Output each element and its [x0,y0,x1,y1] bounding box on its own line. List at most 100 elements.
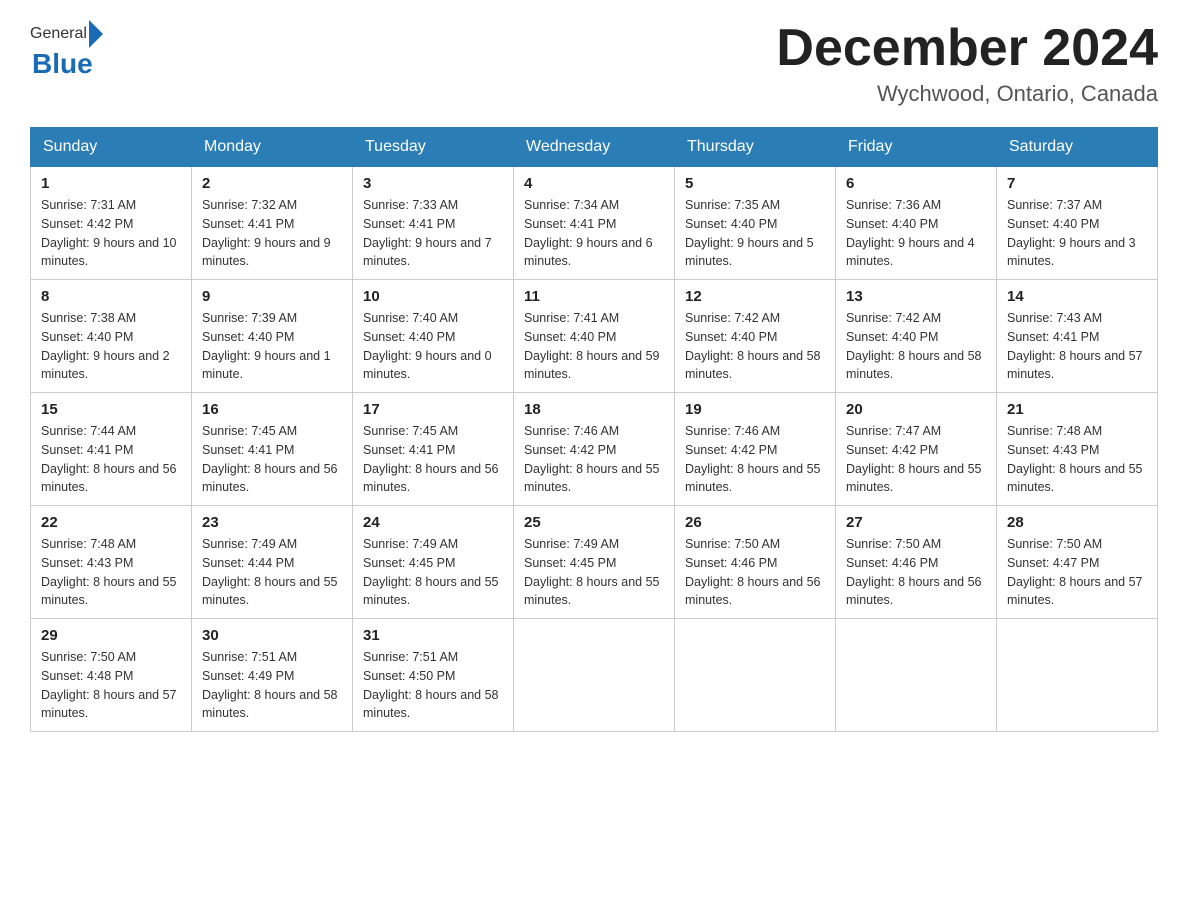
table-row [514,619,675,732]
sunrise-label: Sunrise: 7:50 AM [846,537,941,551]
table-row: 12 Sunrise: 7:42 AM Sunset: 4:40 PM Dayl… [675,280,836,393]
daylight-label: Daylight: 8 hours and 55 minutes. [524,462,660,495]
sunset-label: Sunset: 4:47 PM [1007,556,1099,570]
day-number: 6 [846,175,986,192]
day-info: Sunrise: 7:44 AM Sunset: 4:41 PM Dayligh… [41,422,181,497]
sunset-label: Sunset: 4:41 PM [363,443,455,457]
sunrise-label: Sunrise: 7:41 AM [524,311,619,325]
daylight-label: Daylight: 8 hours and 56 minutes. [363,462,499,495]
daylight-label: Daylight: 9 hours and 2 minutes. [41,349,170,382]
day-info: Sunrise: 7:48 AM Sunset: 4:43 PM Dayligh… [41,535,181,610]
day-info: Sunrise: 7:46 AM Sunset: 4:42 PM Dayligh… [524,422,664,497]
calendar-table: Sunday Monday Tuesday Wednesday Thursday… [30,127,1158,732]
day-number: 20 [846,401,986,418]
sunrise-label: Sunrise: 7:50 AM [41,650,136,664]
col-tuesday: Tuesday [353,128,514,167]
sunrise-label: Sunrise: 7:39 AM [202,311,297,325]
table-row: 28 Sunrise: 7:50 AM Sunset: 4:47 PM Dayl… [997,506,1158,619]
table-row [675,619,836,732]
table-row: 24 Sunrise: 7:49 AM Sunset: 4:45 PM Dayl… [353,506,514,619]
col-friday: Friday [836,128,997,167]
sunset-label: Sunset: 4:45 PM [363,556,455,570]
day-info: Sunrise: 7:35 AM Sunset: 4:40 PM Dayligh… [685,196,825,271]
day-info: Sunrise: 7:50 AM Sunset: 4:46 PM Dayligh… [846,535,986,610]
table-row: 16 Sunrise: 7:45 AM Sunset: 4:41 PM Dayl… [192,393,353,506]
sunrise-label: Sunrise: 7:40 AM [363,311,458,325]
location-title: Wychwood, Ontario, Canada [776,81,1158,107]
day-number: 30 [202,627,342,644]
sunrise-label: Sunrise: 7:34 AM [524,198,619,212]
day-info: Sunrise: 7:48 AM Sunset: 4:43 PM Dayligh… [1007,422,1147,497]
day-number: 15 [41,401,181,418]
day-info: Sunrise: 7:49 AM Sunset: 4:45 PM Dayligh… [363,535,503,610]
day-number: 12 [685,288,825,305]
day-info: Sunrise: 7:47 AM Sunset: 4:42 PM Dayligh… [846,422,986,497]
day-number: 23 [202,514,342,531]
sunset-label: Sunset: 4:40 PM [41,330,133,344]
daylight-label: Daylight: 8 hours and 58 minutes. [846,349,982,382]
day-number: 2 [202,175,342,192]
sunset-label: Sunset: 4:40 PM [202,330,294,344]
daylight-label: Daylight: 8 hours and 57 minutes. [41,688,177,721]
day-info: Sunrise: 7:50 AM Sunset: 4:47 PM Dayligh… [1007,535,1147,610]
week-row-1: 1 Sunrise: 7:31 AM Sunset: 4:42 PM Dayli… [31,167,1158,280]
table-row: 23 Sunrise: 7:49 AM Sunset: 4:44 PM Dayl… [192,506,353,619]
table-row: 6 Sunrise: 7:36 AM Sunset: 4:40 PM Dayli… [836,167,997,280]
day-number: 16 [202,401,342,418]
table-row: 1 Sunrise: 7:31 AM Sunset: 4:42 PM Dayli… [31,167,192,280]
table-row: 26 Sunrise: 7:50 AM Sunset: 4:46 PM Dayl… [675,506,836,619]
day-info: Sunrise: 7:37 AM Sunset: 4:40 PM Dayligh… [1007,196,1147,271]
day-info: Sunrise: 7:51 AM Sunset: 4:49 PM Dayligh… [202,648,342,723]
sunset-label: Sunset: 4:48 PM [41,669,133,683]
table-row: 14 Sunrise: 7:43 AM Sunset: 4:41 PM Dayl… [997,280,1158,393]
day-number: 31 [363,627,503,644]
day-number: 27 [846,514,986,531]
table-row: 9 Sunrise: 7:39 AM Sunset: 4:40 PM Dayli… [192,280,353,393]
table-row: 5 Sunrise: 7:35 AM Sunset: 4:40 PM Dayli… [675,167,836,280]
day-number: 18 [524,401,664,418]
daylight-label: Daylight: 8 hours and 55 minutes. [202,575,338,608]
table-row: 27 Sunrise: 7:50 AM Sunset: 4:46 PM Dayl… [836,506,997,619]
day-number: 21 [1007,401,1147,418]
table-row: 30 Sunrise: 7:51 AM Sunset: 4:49 PM Dayl… [192,619,353,732]
day-info: Sunrise: 7:49 AM Sunset: 4:45 PM Dayligh… [524,535,664,610]
sunrise-label: Sunrise: 7:32 AM [202,198,297,212]
table-row: 3 Sunrise: 7:33 AM Sunset: 4:41 PM Dayli… [353,167,514,280]
table-row: 4 Sunrise: 7:34 AM Sunset: 4:41 PM Dayli… [514,167,675,280]
sunrise-label: Sunrise: 7:50 AM [1007,537,1102,551]
sunrise-label: Sunrise: 7:36 AM [846,198,941,212]
daylight-label: Daylight: 9 hours and 5 minutes. [685,236,814,269]
sunset-label: Sunset: 4:41 PM [524,217,616,231]
col-sunday: Sunday [31,128,192,167]
table-row: 18 Sunrise: 7:46 AM Sunset: 4:42 PM Dayl… [514,393,675,506]
day-info: Sunrise: 7:34 AM Sunset: 4:41 PM Dayligh… [524,196,664,271]
daylight-label: Daylight: 8 hours and 56 minutes. [202,462,338,495]
table-row: 13 Sunrise: 7:42 AM Sunset: 4:40 PM Dayl… [836,280,997,393]
sunrise-label: Sunrise: 7:51 AM [202,650,297,664]
sunrise-label: Sunrise: 7:46 AM [524,424,619,438]
daylight-label: Daylight: 8 hours and 55 minutes. [524,575,660,608]
sunrise-label: Sunrise: 7:48 AM [1007,424,1102,438]
day-info: Sunrise: 7:42 AM Sunset: 4:40 PM Dayligh… [685,309,825,384]
day-number: 29 [41,627,181,644]
table-row: 19 Sunrise: 7:46 AM Sunset: 4:42 PM Dayl… [675,393,836,506]
table-row: 15 Sunrise: 7:44 AM Sunset: 4:41 PM Dayl… [31,393,192,506]
sunrise-label: Sunrise: 7:44 AM [41,424,136,438]
day-number: 14 [1007,288,1147,305]
title-block: December 2024 Wychwood, Ontario, Canada [776,20,1158,107]
daylight-label: Daylight: 8 hours and 58 minutes. [202,688,338,721]
day-info: Sunrise: 7:43 AM Sunset: 4:41 PM Dayligh… [1007,309,1147,384]
day-info: Sunrise: 7:40 AM Sunset: 4:40 PM Dayligh… [363,309,503,384]
sunset-label: Sunset: 4:40 PM [685,217,777,231]
daylight-label: Daylight: 8 hours and 57 minutes. [1007,349,1143,382]
day-number: 3 [363,175,503,192]
day-number: 10 [363,288,503,305]
day-number: 26 [685,514,825,531]
table-row: 8 Sunrise: 7:38 AM Sunset: 4:40 PM Dayli… [31,280,192,393]
day-number: 7 [1007,175,1147,192]
daylight-label: Daylight: 8 hours and 58 minutes. [685,349,821,382]
table-row [997,619,1158,732]
sunset-label: Sunset: 4:44 PM [202,556,294,570]
table-row: 11 Sunrise: 7:41 AM Sunset: 4:40 PM Dayl… [514,280,675,393]
day-number: 22 [41,514,181,531]
